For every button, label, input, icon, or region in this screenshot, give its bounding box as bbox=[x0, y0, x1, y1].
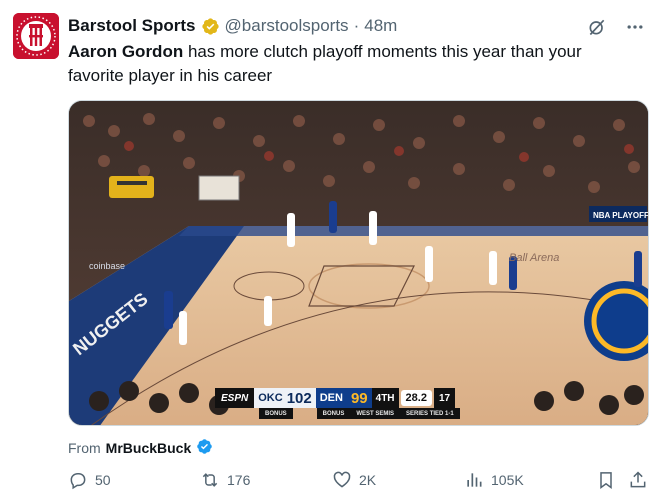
separator-dot: · bbox=[353, 16, 360, 35]
tweet-text: Aaron Gordon has more clutch playoff mom… bbox=[68, 40, 628, 88]
like-count: 2K bbox=[359, 472, 377, 488]
repost-button[interactable]: 176 bbox=[200, 470, 250, 490]
series-info: WEST SEMIS bbox=[350, 408, 401, 419]
reply-icon bbox=[70, 473, 86, 490]
heart-icon bbox=[333, 471, 351, 488]
avatar[interactable] bbox=[13, 13, 59, 59]
share-button[interactable] bbox=[628, 470, 648, 490]
repost-count: 176 bbox=[227, 472, 251, 488]
scorebug-team2: DEN 99 bbox=[315, 388, 372, 408]
shot-clock: 17 bbox=[433, 388, 456, 408]
coinbase-sign: coinbase bbox=[89, 261, 125, 271]
basketball-court-scene: coinbase NUGGETS NBA PLAYOFFS Ball Arena bbox=[69, 101, 649, 425]
tweet-header: Barstool Sports @barstoolsports · 48m bbox=[68, 16, 397, 36]
more-options-icon[interactable] bbox=[624, 16, 646, 38]
view-count: 105K bbox=[491, 472, 524, 488]
timestamp[interactable]: 48m bbox=[364, 16, 397, 36]
video-media[interactable]: coinbase NUGGETS NBA PLAYOFFS Ball Arena… bbox=[68, 100, 649, 426]
verified-badge-icon bbox=[201, 17, 220, 36]
team1-abbr: OKC bbox=[258, 392, 283, 404]
reply-button[interactable]: 50 bbox=[68, 470, 111, 490]
series-status: SERIES TIED 1-1 bbox=[400, 408, 460, 419]
scorebug-team1: OKC 102 bbox=[254, 388, 316, 408]
top-right-actions bbox=[586, 16, 646, 38]
source-prefix: From bbox=[68, 440, 101, 456]
source-verified-icon bbox=[196, 438, 213, 458]
source-attribution: From MrBuckBuck bbox=[68, 438, 213, 458]
handle[interactable]: @barstoolsports bbox=[225, 16, 349, 36]
display-name[interactable]: Barstool Sports bbox=[68, 16, 196, 36]
reply-count: 50 bbox=[95, 472, 111, 488]
source-name[interactable]: MrBuckBuck bbox=[106, 440, 192, 456]
like-button[interactable]: 2K bbox=[332, 470, 376, 490]
scorebug: ESPN OKC 102 DEN 99 4TH 28.2 17 bbox=[215, 388, 456, 408]
ball-arena-floor-text: Ball Arena bbox=[509, 252, 559, 264]
action-bar: 50 176 2K 105K bbox=[68, 470, 652, 494]
quarter: 4TH bbox=[371, 388, 399, 408]
scorebug-subline: BONUS BONUS WEST SEMIS SERIES TIED 1-1 bbox=[215, 408, 460, 419]
bookmark-icon bbox=[600, 472, 612, 489]
playoffs-banner: NBA PLAYOFFS bbox=[593, 211, 649, 220]
network-logo: ESPN bbox=[215, 388, 255, 408]
repost-icon bbox=[202, 473, 218, 487]
tweet-text-bold: Aaron Gordon bbox=[68, 42, 184, 61]
team2-bonus: BONUS bbox=[316, 408, 351, 419]
barstool-logo bbox=[13, 13, 59, 59]
share-icon bbox=[630, 471, 646, 488]
views-chart-icon bbox=[467, 473, 482, 487]
views-button[interactable]: 105K bbox=[464, 470, 524, 490]
team2-score: 99 bbox=[350, 389, 368, 407]
team2-abbr: DEN bbox=[319, 392, 343, 404]
team1-score: 102 bbox=[286, 389, 312, 407]
grok-icon[interactable] bbox=[586, 16, 608, 38]
bookmark-button[interactable] bbox=[596, 470, 616, 490]
game-clock: 28.2 bbox=[400, 390, 432, 406]
team1-bonus: BONUS bbox=[259, 408, 293, 419]
